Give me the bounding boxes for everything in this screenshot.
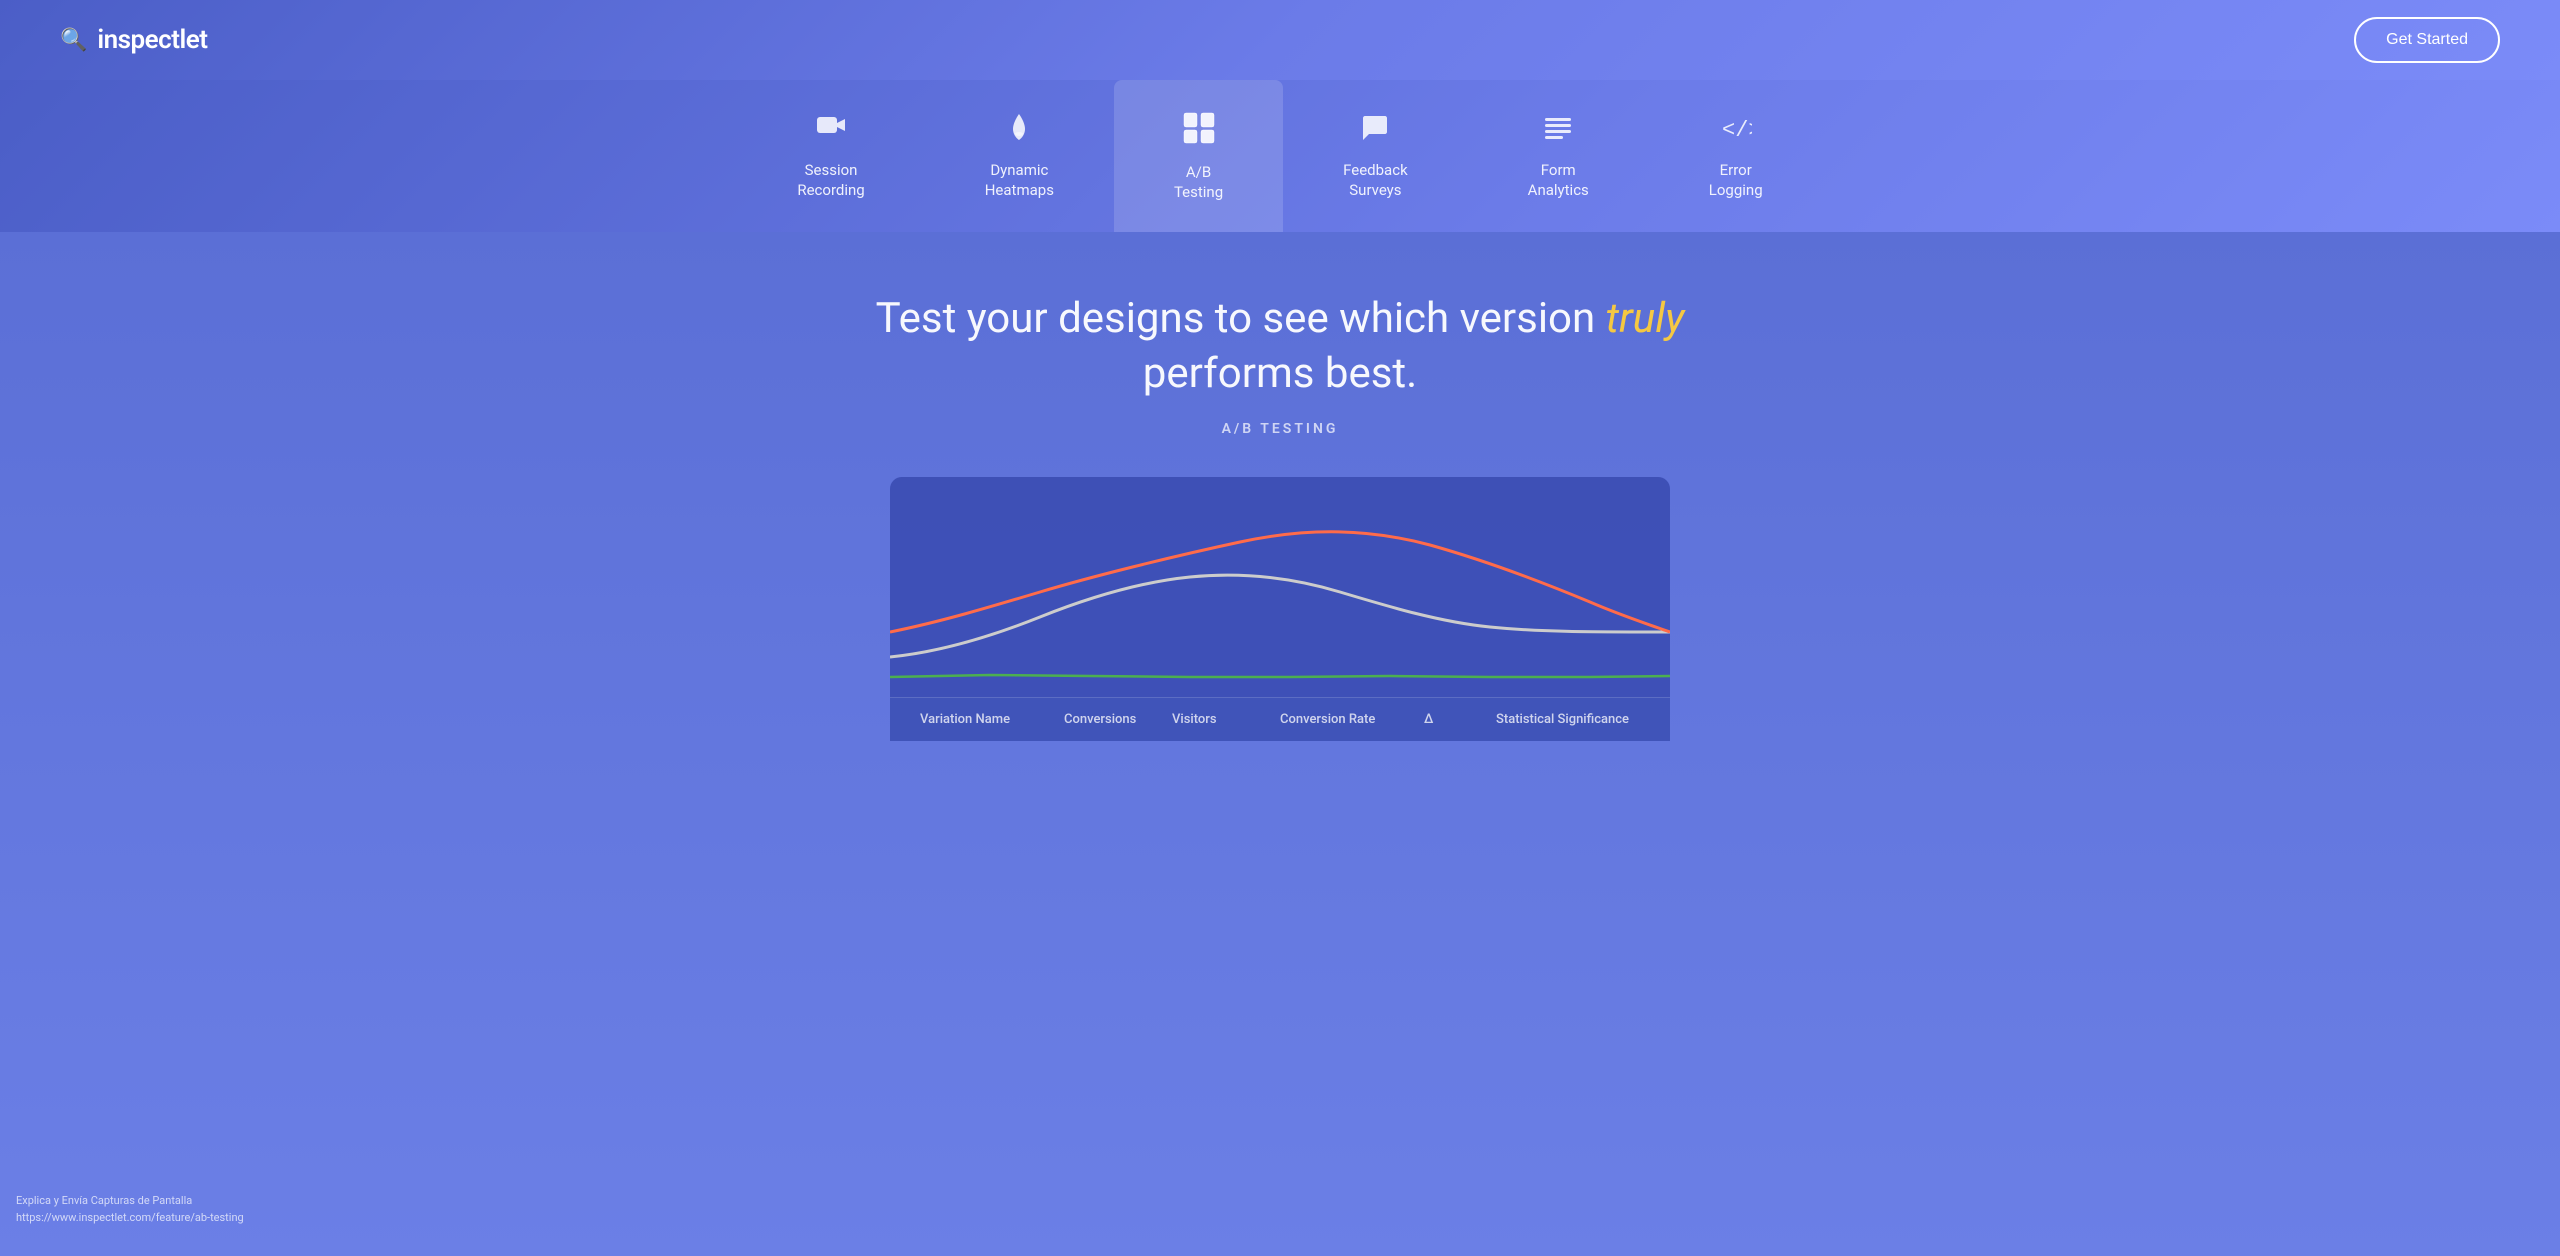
- headline-after: performs best.: [1143, 349, 1417, 398]
- tab-form-analytics[interactable]: FormAnalytics: [1468, 80, 1649, 232]
- tab-error-logging[interactable]: </> ErrorLogging: [1649, 80, 1823, 232]
- svg-text:</>: </>: [1722, 118, 1752, 143]
- table-header: Variation Name Conversions Visitors Conv…: [890, 697, 1670, 741]
- header: 🔍 inspectlet Get Started: [0, 0, 2560, 80]
- col-visitors: Visitors: [1172, 712, 1280, 727]
- tab-dynamic-heatmaps[interactable]: DynamicHeatmaps: [925, 80, 1114, 232]
- tab-dynamic-heatmaps-label: DynamicHeatmaps: [985, 161, 1054, 200]
- col-delta: Δ: [1424, 712, 1496, 727]
- search-icon: 🔍: [60, 28, 87, 53]
- session-recording-icon: [815, 112, 847, 151]
- logo-area: 🔍 inspectlet: [60, 25, 207, 55]
- tab-ab-testing-label: A/BTesting: [1174, 163, 1223, 202]
- tab-session-recording[interactable]: SessionRecording: [737, 80, 924, 232]
- feedback-surveys-icon: [1359, 112, 1391, 151]
- ab-chart: [890, 477, 1670, 697]
- chart-svg: [890, 477, 1670, 697]
- col-statistical-significance: Statistical Significance: [1496, 712, 1640, 727]
- logo-text: inspectlet: [97, 25, 207, 55]
- tab-feedback-surveys-label: FeedbackSurveys: [1343, 161, 1408, 200]
- tab-ab-testing[interactable]: A/BTesting: [1114, 80, 1283, 232]
- tab-form-analytics-label: FormAnalytics: [1528, 161, 1589, 200]
- main-content: Test your designs to see which version t…: [0, 232, 2560, 1256]
- bottom-bar-line1: Explica y Envía Capturas de Pantalla: [16, 1193, 244, 1210]
- col-variation-name: Variation Name: [920, 712, 1064, 727]
- error-logging-icon: </>: [1720, 112, 1752, 151]
- dynamic-heatmaps-icon: [1003, 112, 1035, 151]
- ab-testing-icon: [1181, 110, 1217, 153]
- bottom-bar: Explica y Envía Capturas de Pantalla htt…: [0, 1185, 260, 1234]
- headline-before: Test your designs to see which version: [876, 294, 1606, 343]
- feature-label: A/B TESTING: [1222, 421, 1339, 437]
- get-started-button[interactable]: Get Started: [2354, 17, 2500, 63]
- headline-highlight: truly: [1606, 294, 1685, 343]
- col-conversions: Conversions: [1064, 712, 1172, 727]
- form-analytics-icon: [1542, 112, 1574, 151]
- bottom-bar-line2: https://www.inspectlet.com/feature/ab-te…: [16, 1210, 244, 1227]
- nav-tabs: SessionRecording DynamicHeatmaps A/BTest…: [0, 80, 2560, 232]
- hero-headline: Test your designs to see which version t…: [830, 292, 1730, 401]
- col-conversion-rate: Conversion Rate: [1280, 712, 1424, 727]
- tab-session-recording-label: SessionRecording: [797, 161, 864, 200]
- tab-feedback-surveys[interactable]: FeedbackSurveys: [1283, 80, 1468, 232]
- tab-error-logging-label: ErrorLogging: [1709, 161, 1763, 200]
